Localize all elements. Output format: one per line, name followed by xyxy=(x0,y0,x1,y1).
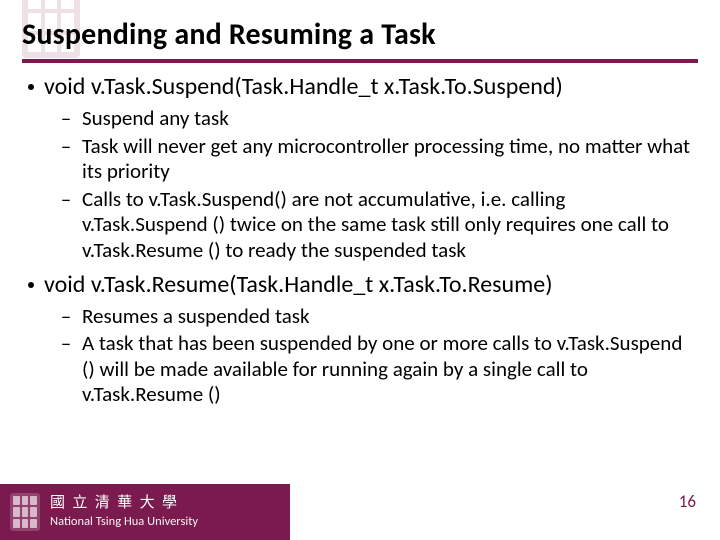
bullet-item: void v.Task.Suspend(Task.Handle_t x.Task… xyxy=(28,72,692,264)
dash-icon: – xyxy=(60,304,72,330)
footer-cn-text: 國 立 清 華 大 學 xyxy=(50,496,198,512)
title-wrap: Suspending and Resuming a Task xyxy=(22,16,698,63)
bullet-lead: void v.Task.Resume(Task.Handle_t x.Task.… xyxy=(44,270,553,300)
footer-en-text: National Tsing Hua University xyxy=(50,515,198,528)
university-seal-icon xyxy=(10,493,40,531)
content-area: void v.Task.Suspend(Task.Handle_t x.Task… xyxy=(28,66,692,414)
sub-text: Calls to v.Task.Suspend() are not accumu… xyxy=(82,187,692,264)
bullet-dot-icon xyxy=(28,84,34,90)
sub-item: –A task that has been suspended by one o… xyxy=(60,331,692,408)
sub-item: –Suspend any task xyxy=(60,106,692,132)
sub-text: A task that has been suspended by one or… xyxy=(82,331,692,408)
dash-icon: – xyxy=(60,331,72,357)
bullet-lead: void v.Task.Suspend(Task.Handle_t x.Task… xyxy=(44,72,563,102)
sub-text: Resumes a suspended task xyxy=(82,304,310,330)
sub-item: –Task will never get any microcontroller… xyxy=(60,134,692,185)
bullet-item: void v.Task.Resume(Task.Handle_t x.Task.… xyxy=(28,270,692,408)
bullet-dot-icon xyxy=(28,282,34,288)
sub-text: Suspend any task xyxy=(82,106,229,132)
dash-icon: – xyxy=(60,106,72,132)
dash-icon: – xyxy=(60,134,72,160)
footer: 國 立 清 華 大 學 National Tsing Hua Universit… xyxy=(0,484,720,540)
footer-right: 16 xyxy=(290,484,720,540)
sub-text: Task will never get any microcontroller … xyxy=(82,134,692,185)
sub-item: –Resumes a suspended task xyxy=(60,304,692,330)
dash-icon: – xyxy=(60,187,72,213)
slide-title: Suspending and Resuming a Task xyxy=(22,16,698,63)
footer-brand: 國 立 清 華 大 學 National Tsing Hua Universit… xyxy=(0,484,290,540)
slide: Suspending and Resuming a Task void v.Ta… xyxy=(0,0,720,540)
sub-item: –Calls to v.Task.Suspend() are not accum… xyxy=(60,187,692,264)
page-number: 16 xyxy=(679,491,696,512)
